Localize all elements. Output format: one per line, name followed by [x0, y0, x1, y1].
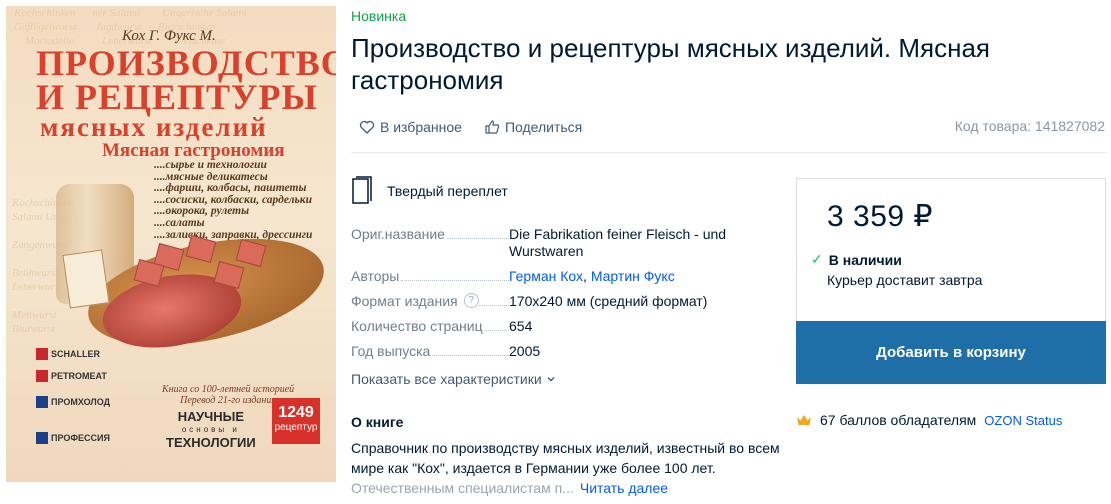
characteristic-row: Авторы Герман Кох, Мартин Фукс	[351, 268, 781, 285]
product-title: Производство и рецептуры мясных изделий.…	[351, 33, 990, 95]
show-all-characteristics-link[interactable]: Показать все характеристики	[351, 371, 556, 387]
points-text: 67 баллов обладателям	[820, 412, 977, 428]
characteristic-value: 2005	[509, 343, 541, 359]
binding-type: Твердый переплет	[351, 176, 508, 206]
cover-title-line: И РЕЦЕПТУРЫ	[36, 77, 318, 117]
recipes-count: 1249	[278, 404, 314, 421]
crown-icon	[797, 415, 811, 425]
delivery-info: Курьер доставит завтра	[827, 272, 983, 288]
characteristic-row: Ориг.название Die Fabrikation feiner Fle…	[351, 226, 781, 260]
book-icon	[352, 176, 372, 204]
chevron-down-icon	[547, 377, 555, 382]
cover-contents-item: ....салаты	[154, 216, 205, 229]
new-badge: Новинка	[351, 8, 407, 24]
characteristic-row: Количество страниц 654	[351, 318, 781, 335]
author-link[interactable]: Мартин Фукс	[591, 268, 675, 284]
show-all-label: Показать все характеристики	[351, 371, 542, 387]
help-icon[interactable]: ?	[463, 293, 479, 308]
check-icon: ✓	[811, 251, 823, 267]
cover-title-line: мясных изделий	[40, 112, 268, 142]
loyalty-points: 67 баллов обладателям OZON Status	[796, 412, 1062, 428]
publisher-logo: ПРОФЕССИЯ	[36, 430, 110, 446]
publisher-logo: ПРОМХОЛОД	[36, 394, 110, 410]
cover-series: НАУЧНЫЕ основы и ТЕХНОЛОГИИ	[166, 410, 256, 449]
characteristic-row: Формат издания? 170x240 мм (средний форм…	[351, 293, 781, 310]
book-cover-image[interactable]: Kochschinken ner Salami Ungarische Salam…	[6, 6, 336, 482]
cover-contents: ....сырье и технологии ....мясные делика…	[154, 159, 312, 241]
share-button[interactable]: Поделиться	[484, 119, 582, 135]
characteristic-key: Авторы	[351, 268, 402, 285]
characteristic-key: Год выпуска	[351, 343, 433, 360]
stock-status: ✓ В наличии	[811, 251, 902, 268]
favorite-button[interactable]: В избранное	[359, 119, 462, 135]
thumbs-up-icon	[485, 120, 500, 134]
characteristic-key: Формат издания	[351, 293, 460, 310]
jar-label-illustration	[62, 249, 110, 309]
add-to-cart-button[interactable]: Добавить в корзину	[796, 321, 1106, 384]
about-description-faded: Отечественным специалистам п...	[351, 480, 574, 496]
cover-recipes-badge: 1249 рецептур	[272, 398, 320, 444]
cover-series-line: ТЕХНОЛОГИИ	[166, 435, 256, 450]
about-description: Справочник по производству мясных издели…	[351, 440, 780, 476]
product-price: 3 359 ₽	[827, 200, 933, 233]
characteristic-row: Год выпуска 2005	[351, 343, 781, 360]
buy-box: 3 359 ₽ ✓ В наличии Курьер доставит завт…	[796, 178, 1106, 384]
publisher-logo: SCHALLER	[36, 346, 100, 362]
divider	[351, 152, 1106, 153]
characteristic-key: Ориг.название	[351, 226, 447, 243]
publisher-logo: PETROMEAT	[36, 368, 107, 384]
cover-series-line: НАУЧНЫЕ	[177, 409, 245, 424]
heart-icon	[359, 120, 375, 134]
characteristic-value: 654	[509, 318, 533, 334]
characteristic-value: Die Fabrikation feiner Fleisch - und Wur…	[509, 226, 727, 259]
characteristic-key: Количество страниц	[351, 318, 485, 335]
binding-label: Твердый переплет	[387, 183, 508, 199]
characteristic-value: Герман Кох, Мартин Фукс	[509, 268, 675, 284]
about-heading: О книге	[351, 414, 404, 430]
ozon-status-link[interactable]: OZON Status	[984, 413, 1062, 428]
about-text: Справочник по производству мясных издели…	[351, 438, 791, 498]
read-more-link[interactable]: Читать далее	[580, 480, 668, 496]
author-link[interactable]: Герман Кох	[509, 268, 583, 284]
characteristic-value: 170x240 мм (средний формат)	[509, 293, 708, 309]
characteristics-list: Ориг.название Die Fabrikation feiner Fle…	[351, 226, 781, 368]
cover-contents-item: ....сырье и технологии	[154, 159, 267, 171]
recipes-unit: рецептур	[274, 422, 318, 433]
cover-title-line: ПРОИЗВОДСТВО	[36, 43, 336, 83]
share-label: Поделиться	[504, 119, 583, 135]
stock-label: В наличии	[828, 251, 902, 268]
product-sku: Код товара: 141827082	[954, 118, 1105, 134]
product-actions: В избранное Поделиться	[359, 118, 604, 136]
favorite-label: В избранное	[380, 119, 462, 135]
